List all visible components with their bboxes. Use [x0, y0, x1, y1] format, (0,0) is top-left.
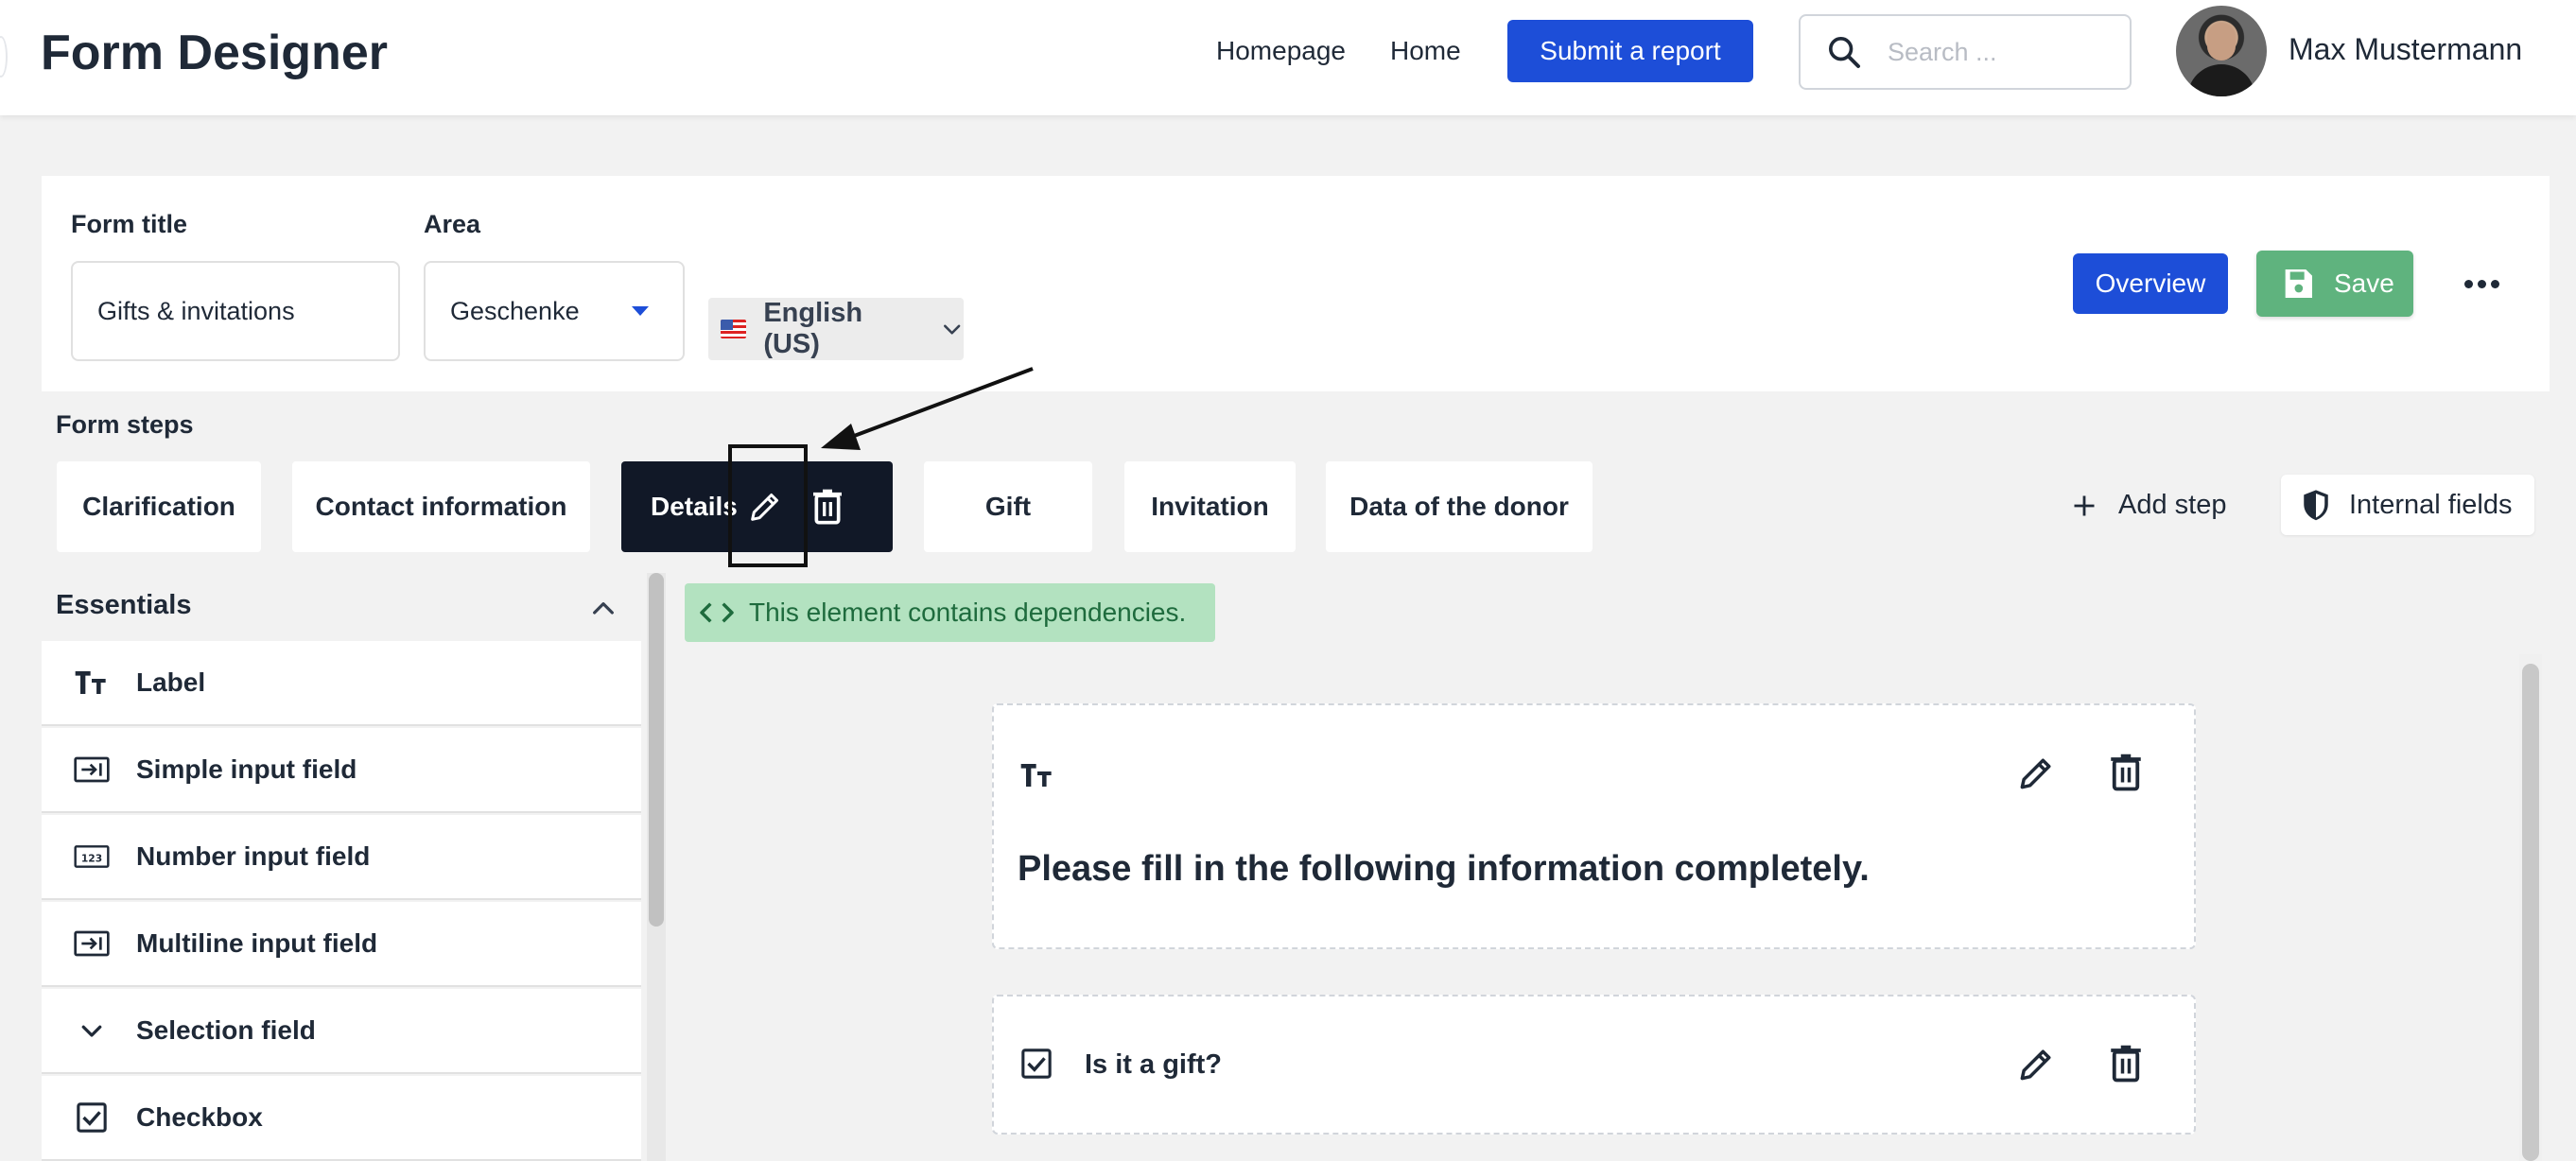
step-tab-contact-information[interactable]: Contact information	[292, 461, 590, 552]
checkbox-element-text: Is it a gift?	[1085, 1049, 1222, 1080]
step-tab-invitation[interactable]: Invitation	[1124, 461, 1296, 552]
palette-item-simple-input[interactable]: Simple input field	[42, 728, 641, 813]
trash-icon[interactable]	[809, 486, 846, 528]
plus-icon	[2074, 495, 2095, 515]
svg-text:123: 123	[81, 852, 102, 864]
dependency-notice-text: This element contains dependencies.	[749, 598, 1187, 627]
dependency-notice: This element contains dependencies.	[685, 583, 1215, 642]
form-element-checkbox-card[interactable]: Is it a gift?	[992, 995, 2196, 1135]
chevron-down-icon	[81, 1025, 102, 1037]
submit-report-button[interactable]: Submit a report	[1507, 20, 1753, 82]
checkbox-icon	[1021, 1048, 1052, 1079]
nav-link-homepage[interactable]: Homepage	[1216, 36, 1346, 66]
search-icon	[1829, 37, 1860, 68]
user-name[interactable]: Max Mustermann	[2289, 32, 2522, 67]
palette-item-label-text: Simple input field	[136, 754, 357, 784]
add-step-button[interactable]: Add step	[2071, 490, 2226, 521]
canvas-scrollbar-thumb[interactable]	[2522, 664, 2539, 1161]
palette-item-selection-field[interactable]: Selection field	[42, 989, 641, 1074]
canvas-scrollbar[interactable]	[2519, 654, 2542, 1161]
palette-item-label[interactable]: Label	[42, 641, 641, 726]
pencil-icon[interactable]	[2015, 1044, 2057, 1085]
step-tab-data-of-the-donor[interactable]: Data of the donor	[1326, 461, 1593, 552]
internal-fields-label: Internal fields	[2349, 489, 2513, 520]
section-heading: Essentials	[56, 590, 192, 620]
pencil-icon[interactable]	[2015, 753, 2057, 794]
chevron-down-icon	[943, 324, 960, 335]
form-steps-label: Form steps	[56, 410, 194, 439]
sidebar-scrollbar[interactable]	[647, 573, 666, 1161]
pencil-icon[interactable]	[746, 488, 784, 526]
shield-icon	[2304, 490, 2328, 521]
form-title-label: Form title	[71, 210, 188, 238]
add-step-label: Add step	[2118, 490, 2227, 520]
palette-item-label-text: Selection field	[136, 1015, 316, 1045]
area-select-value: Geschenke	[450, 296, 580, 325]
form-element-label-card[interactable]: Please fill in the following information…	[992, 703, 2196, 949]
element-palette: Essentials Label Simple input field 123 …	[42, 573, 641, 1161]
label-element-text: Please fill in the following information…	[1018, 849, 1870, 889]
top-bar: Form Designer Homepage Home Submit a rep…	[0, 0, 2576, 115]
sidebar-scrollbar-thumb[interactable]	[649, 573, 664, 927]
floppy-disk-icon	[2285, 269, 2312, 298]
palette-item-number-input[interactable]: 123 Number input field	[42, 815, 641, 900]
caret-down-icon	[632, 306, 649, 316]
input-arrow-icon	[74, 930, 110, 957]
trash-icon[interactable]	[2106, 751, 2146, 794]
step-tab-clarification[interactable]: Clarification	[57, 461, 261, 552]
language-select-value: English (US)	[763, 298, 863, 359]
step-tab-gift[interactable]: Gift	[924, 461, 1092, 552]
palette-item-multiline-input[interactable]: Multiline input field	[42, 902, 641, 987]
number-123-icon: 123	[74, 845, 110, 868]
input-arrow-icon	[74, 756, 110, 783]
overview-button[interactable]: Overview	[2073, 253, 2228, 314]
app-title: Form Designer	[41, 26, 388, 80]
collapsed-menu-handle[interactable]	[0, 36, 8, 78]
language-select[interactable]: English (US)	[708, 298, 964, 360]
more-options-icon[interactable]	[2464, 280, 2499, 288]
form-title-input[interactable]: Gifts & invitations	[71, 261, 400, 361]
palette-item-checkbox[interactable]: Checkbox	[42, 1076, 641, 1161]
palette-item-label-text: Label	[136, 667, 206, 697]
trash-icon[interactable]	[2106, 1042, 2146, 1085]
avatar[interactable]	[2176, 6, 2267, 96]
area-label: Area	[424, 210, 481, 238]
nav-link-home[interactable]: Home	[1390, 36, 1461, 66]
save-label: Save	[2334, 269, 2394, 298]
search-input[interactable]	[1888, 37, 2105, 67]
step-tab-details[interactable]: Details	[621, 461, 893, 552]
area-select[interactable]: Geschenke	[424, 261, 685, 361]
code-brackets-icon	[700, 602, 734, 623]
palette-item-label-text: Number input field	[136, 841, 371, 871]
search-box[interactable]	[1799, 14, 2132, 90]
palette-item-label-text: Multiline input field	[136, 928, 378, 958]
us-flag-icon	[721, 320, 747, 338]
palette-item-label-text: Checkbox	[136, 1102, 263, 1132]
text-type-icon	[1020, 764, 1052, 787]
save-button[interactable]: Save	[2256, 251, 2413, 317]
chevron-up-icon[interactable]	[588, 594, 618, 624]
internal-fields-button[interactable]: Internal fields	[2281, 475, 2534, 535]
text-type-icon	[75, 671, 106, 694]
step-tab-label: Details	[651, 492, 738, 521]
checkbox-icon	[77, 1102, 107, 1133]
